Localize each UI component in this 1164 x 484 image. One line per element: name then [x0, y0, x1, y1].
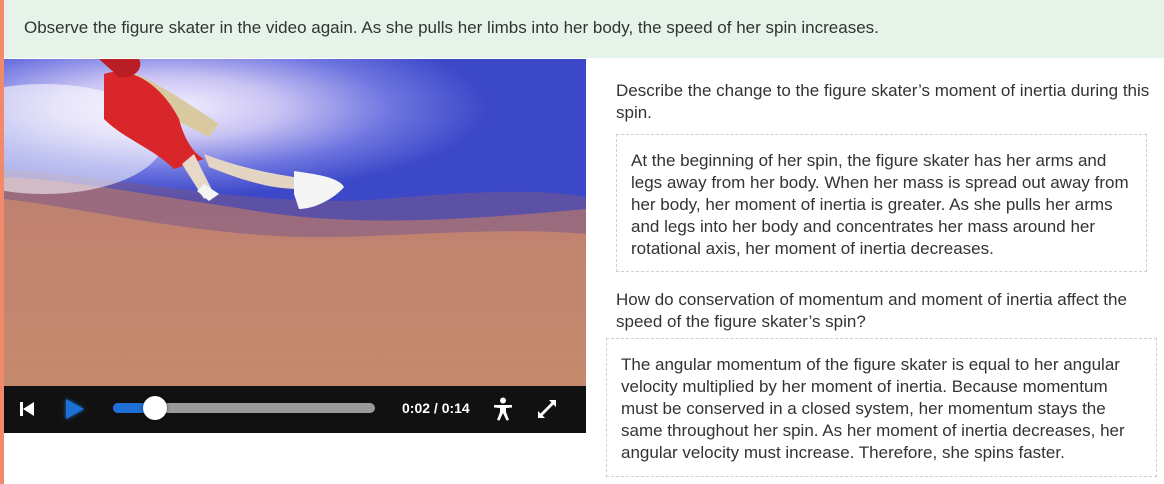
prompt-text: Observe the figure skater in the video a… [24, 18, 879, 37]
video-player[interactable]: 0:02 / 0:14 [4, 59, 586, 433]
video-controls: 0:02 / 0:14 [4, 386, 586, 433]
prompt-banner: Observe the figure skater in the video a… [4, 0, 1164, 58]
progress-slider[interactable] [113, 396, 375, 420]
accessibility-icon[interactable] [492, 397, 514, 421]
progress-handle[interactable] [142, 396, 167, 420]
skip-back-icon[interactable] [18, 400, 36, 418]
play-icon[interactable] [60, 396, 88, 422]
fullscreen-icon[interactable] [536, 398, 558, 420]
question-1-prompt: Describe the change to the figure skater… [616, 81, 1150, 122]
question-2-prompt: How do conservation of momentum and mome… [616, 290, 1127, 331]
time-display: 0:02 / 0:14 [402, 400, 470, 416]
question-2-answer: The angular momentum of the figure skate… [606, 338, 1157, 477]
question-1-answer: At the beginning of her spin, the figure… [616, 134, 1147, 272]
video-frame[interactable] [4, 59, 586, 386]
